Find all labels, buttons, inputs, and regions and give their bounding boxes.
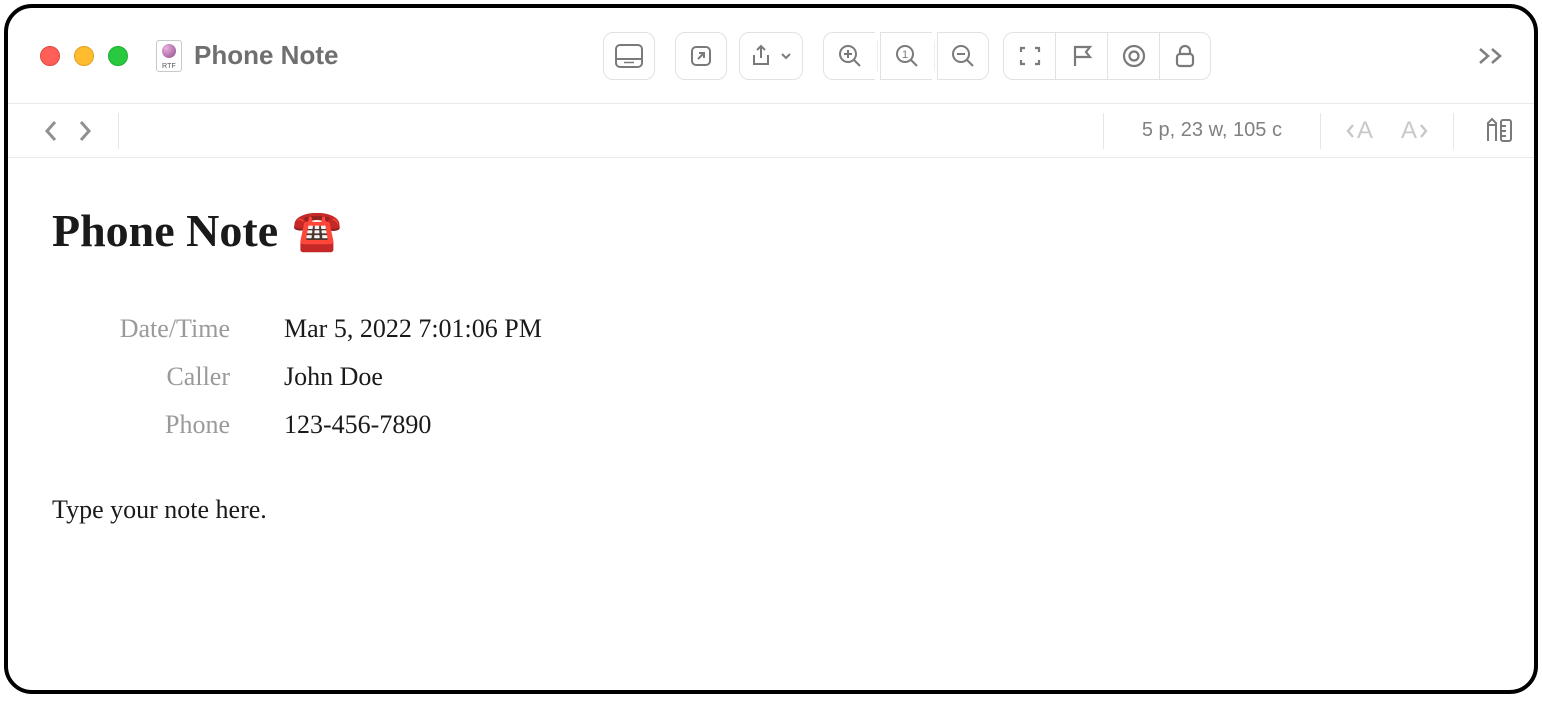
traffic-lights [40,46,128,66]
titlebar: Phone Note [8,8,1534,104]
close-window-button[interactable] [40,46,60,66]
field-value: John Doe [284,353,383,401]
document-stats[interactable]: 5 p, 23 w, 105 c [1124,119,1300,142]
record-button[interactable] [1107,32,1159,80]
editor-area[interactable]: Phone Note ☎️ Date/Time Mar 5, 2022 7:01… [8,158,1534,690]
tag-navigation: A A [1341,117,1433,145]
divider [118,113,119,149]
divider [1103,113,1104,149]
heading-text: Phone Note [52,204,278,257]
window: Phone Note [4,4,1538,694]
field-label: Phone [52,401,230,449]
minimize-window-button[interactable] [74,46,94,66]
history-back-button[interactable] [38,114,64,148]
zoom-window-button[interactable] [108,46,128,66]
history-forward-button[interactable] [72,114,98,148]
field-label: Caller [52,353,230,401]
share-button[interactable] [739,32,803,80]
chevron-down-icon [780,50,792,62]
field-list: Date/Time Mar 5, 2022 7:01:06 PM Caller … [52,305,1490,449]
next-tag-button[interactable]: A [1397,117,1433,145]
toggle-sidebar-button[interactable] [603,32,655,80]
zoom-actual-button[interactable]: 1 [880,32,932,80]
field-value: 123-456-7890 [284,401,431,449]
open-link-button[interactable] [675,32,727,80]
rtf-file-icon [156,40,182,72]
note-body[interactable]: Type your note here. [52,495,1490,525]
view-group [1003,32,1211,80]
toolbar-overflow-button[interactable] [1476,44,1506,68]
field-row-caller: Caller John Doe [52,353,1490,401]
svg-text:1: 1 [902,49,908,61]
zoom-out-button[interactable] [937,32,989,80]
field-label: Date/Time [52,305,230,353]
focus-mode-button[interactable] [1003,32,1055,80]
flag-button[interactable] [1055,32,1107,80]
prev-tag-button[interactable]: A [1341,117,1377,145]
field-row-phone: Phone 123-456-7890 [52,401,1490,449]
document-proxy[interactable]: Phone Note [156,40,338,72]
zoom-group: 1 [823,32,989,80]
ruler-button[interactable] [1482,117,1514,145]
field-value: Mar 5, 2022 7:01:06 PM [284,305,542,353]
document-heading: Phone Note ☎️ [52,204,1490,257]
divider [1453,113,1454,149]
divider [1320,113,1321,149]
path-bar: 5 p, 23 w, 105 c A A [8,104,1534,158]
window-title: Phone Note [194,40,338,71]
zoom-in-button[interactable] [823,32,875,80]
field-row-datetime: Date/Time Mar 5, 2022 7:01:06 PM [52,305,1490,353]
telephone-emoji: ☎️ [292,207,342,254]
lock-button[interactable] [1159,32,1211,80]
